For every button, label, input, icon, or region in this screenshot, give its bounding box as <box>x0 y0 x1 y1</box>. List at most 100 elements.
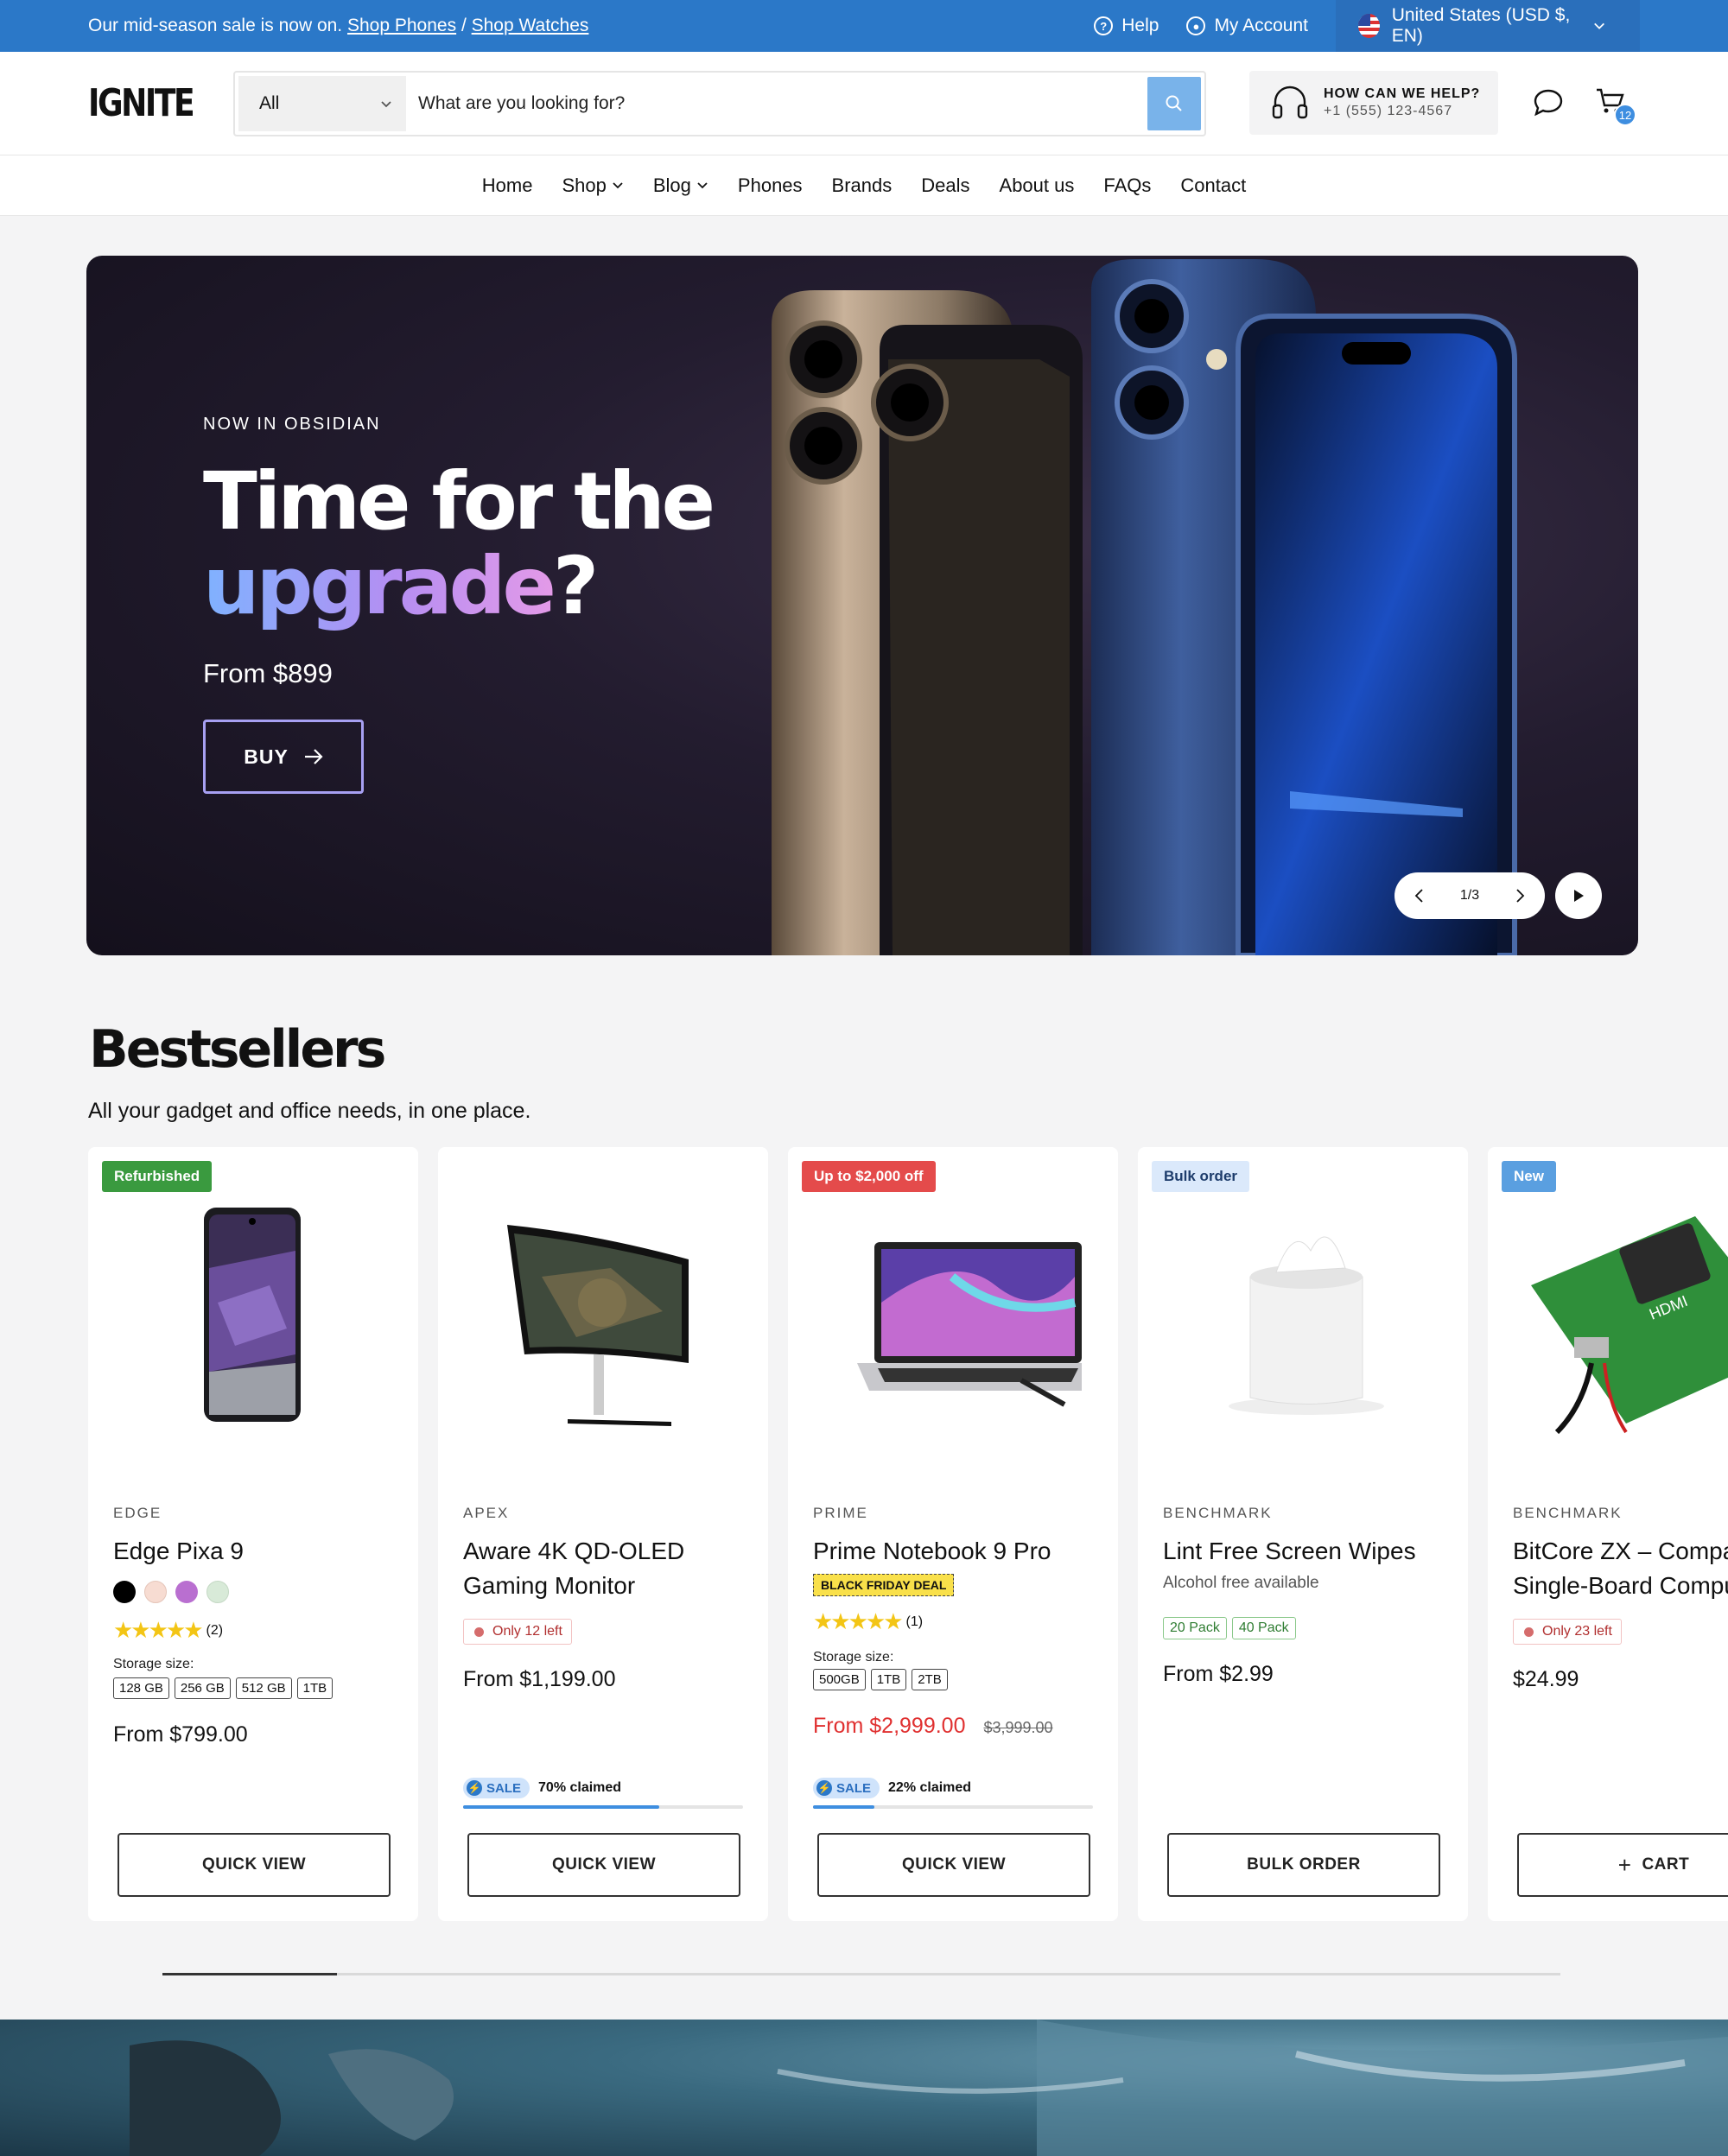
product-price: $24.99 <box>1513 1667 1579 1691</box>
stock-badge: Only 12 left <box>463 1619 572 1645</box>
nav-phones[interactable]: Phones <box>738 174 803 197</box>
search-icon <box>1166 95 1182 111</box>
next-slide-icon[interactable] <box>1515 888 1526 904</box>
compare-price: $3,999.00 <box>983 1719 1053 1736</box>
chevron-down-icon <box>613 182 623 189</box>
ocean-banner-image <box>0 2020 1728 2156</box>
us-flag-icon <box>1358 14 1380 38</box>
help-contact[interactable]: HOW CAN WE HELP? +1 (555) 123-4567 <box>1249 71 1498 135</box>
product-note: Alcohol free available <box>1163 1574 1319 1592</box>
product-brand: BENCHMARK <box>1163 1505 1273 1521</box>
pack-chip[interactable]: 40 Pack <box>1231 1617 1296 1639</box>
quick-view-button[interactable]: QUICK VIEW <box>467 1833 740 1897</box>
storage-chip[interactable]: 512 GB <box>235 1677 292 1699</box>
logo[interactable]: IGNITE <box>88 81 195 125</box>
swatch-pink[interactable] <box>144 1581 167 1603</box>
sale-pill: ⚡ SALE <box>813 1778 880 1798</box>
claimed-progress <box>813 1805 1093 1809</box>
help-link[interactable]: ? Help <box>1094 16 1159 36</box>
lightning-icon: ⚡ <box>467 1780 482 1796</box>
chat-icon[interactable] <box>1533 88 1564 117</box>
play-icon <box>1574 890 1584 902</box>
product-price: From $799.00 <box>113 1722 248 1747</box>
product-card[interactable]: APEX Aware 4K QD-OLED Gaming Monitor Onl… <box>438 1147 768 1921</box>
product-name[interactable]: Prime Notebook 9 Pro <box>813 1534 1107 1569</box>
nav-about[interactable]: About us <box>1000 174 1075 197</box>
headset-icon <box>1272 86 1308 119</box>
shop-phones-link[interactable]: Shop Phones <box>347 16 456 35</box>
ocean-texture <box>130 2020 1728 2156</box>
claimed-progress-fill <box>463 1805 659 1809</box>
nav-deals[interactable]: Deals <box>921 174 969 197</box>
sale-status: ⚡ SALE 22% claimed <box>813 1778 971 1798</box>
scrollbar-thumb[interactable] <box>162 1973 337 1975</box>
carousel-scrollbar[interactable] <box>162 1973 1560 1975</box>
announcement-message: Our mid-season sale is now on. Shop Phon… <box>88 16 589 35</box>
product-badge: Up to $2,000 off <box>802 1161 936 1192</box>
storage-label: Storage size: <box>113 1657 194 1671</box>
product-badge: Refurbished <box>102 1161 213 1192</box>
product-name[interactable]: BitCore ZX – Compact Single-Board Comput… <box>1513 1534 1728 1603</box>
search-input[interactable] <box>406 93 1147 114</box>
product-name[interactable]: Edge Pixa 9 <box>113 1534 407 1569</box>
storage-chip[interactable]: 256 GB <box>174 1677 231 1699</box>
shop-watches-link[interactable]: Shop Watches <box>472 16 589 35</box>
account-link[interactable]: ● My Account <box>1186 16 1308 36</box>
product-price: From $1,199.00 <box>463 1667 616 1691</box>
nav-faqs[interactable]: FAQs <box>1103 174 1151 197</box>
product-image <box>204 1208 301 1422</box>
chevron-down-icon <box>697 182 708 189</box>
quick-view-button[interactable]: QUICK VIEW <box>817 1833 1090 1897</box>
prev-slide-icon[interactable] <box>1414 888 1424 904</box>
nav-contact[interactable]: Contact <box>1180 174 1246 197</box>
help-icon: ? <box>1094 16 1114 35</box>
storage-options: 128 GB 256 GB 512 GB 1TB <box>113 1677 334 1699</box>
stock-dot-icon <box>474 1627 484 1637</box>
swatch-black[interactable] <box>113 1581 136 1603</box>
nav-brands[interactable]: Brands <box>832 174 893 197</box>
chevron-down-icon <box>1594 22 1604 29</box>
color-swatches <box>113 1581 229 1603</box>
lightning-icon: ⚡ <box>816 1780 832 1796</box>
nav-blog[interactable]: Blog <box>653 174 708 197</box>
play-button[interactable] <box>1555 872 1602 919</box>
main-nav: Home Shop Blog Phones Brands Deals About… <box>0 155 1728 216</box>
product-card[interactable]: Up to $2,000 off PRIME Prime Notebook 9 … <box>788 1147 1118 1921</box>
product-card[interactable]: Refurbished EDGE Edge Pixa 9 ★★★★★ (2) St… <box>88 1147 418 1921</box>
deal-badge: BLACK FRIDAY DEAL <box>813 1574 955 1596</box>
product-card[interactable]: New HDMI BENCHMARK BitCore ZX – Compact … <box>1488 1147 1728 1921</box>
bulk-order-button[interactable]: BULK ORDER <box>1167 1833 1440 1897</box>
hero-eyebrow: NOW IN OBSIDIAN <box>203 415 381 434</box>
category-select[interactable]: All <box>238 76 406 131</box>
product-image <box>1229 1236 1384 1415</box>
chevron-down-icon <box>381 100 391 107</box>
product-image <box>507 1225 689 1426</box>
product-price: From $2.99 <box>1163 1662 1274 1686</box>
add-to-cart-button[interactable]: + CART <box>1517 1833 1728 1897</box>
storage-chip[interactable]: 500GB <box>813 1669 866 1690</box>
storage-label: Storage size: <box>813 1650 894 1665</box>
storage-chip[interactable]: 1TB <box>870 1669 907 1690</box>
swatch-purple[interactable] <box>175 1581 198 1603</box>
nav-home[interactable]: Home <box>482 174 533 197</box>
storage-chip[interactable]: 128 GB <box>113 1677 169 1699</box>
product-price: From $2,999.00 $3,999.00 <box>813 1714 1053 1738</box>
swatch-mint[interactable] <box>206 1581 229 1603</box>
product-name[interactable]: Aware 4K QD-OLED Gaming Monitor <box>463 1534 757 1603</box>
quick-view-button[interactable]: QUICK VIEW <box>118 1833 391 1897</box>
product-name[interactable]: Lint Free Screen Wipes <box>1163 1534 1457 1569</box>
help-phone: +1 (555) 123-4567 <box>1324 104 1453 118</box>
product-card[interactable]: Bulk order BENCHMARK Lint Free Screen Wi… <box>1138 1147 1468 1921</box>
buy-button[interactable]: BUY <box>203 720 364 794</box>
storage-chip[interactable]: 2TB <box>912 1669 948 1690</box>
pack-options: 20 Pack 40 Pack <box>1163 1617 1296 1639</box>
pack-chip[interactable]: 20 Pack <box>1163 1617 1227 1639</box>
product-badge: New <box>1502 1161 1556 1192</box>
claimed-progress <box>463 1805 743 1809</box>
search-button[interactable] <box>1147 77 1201 130</box>
nav-shop[interactable]: Shop <box>562 174 623 197</box>
region-selector[interactable]: United States (USD $, EN) <box>1336 0 1640 52</box>
hero-title: Time for the upgrade? <box>203 455 715 632</box>
announcement-bar: Our mid-season sale is now on. Shop Phon… <box>0 0 1728 52</box>
storage-chip[interactable]: 1TB <box>296 1677 334 1699</box>
